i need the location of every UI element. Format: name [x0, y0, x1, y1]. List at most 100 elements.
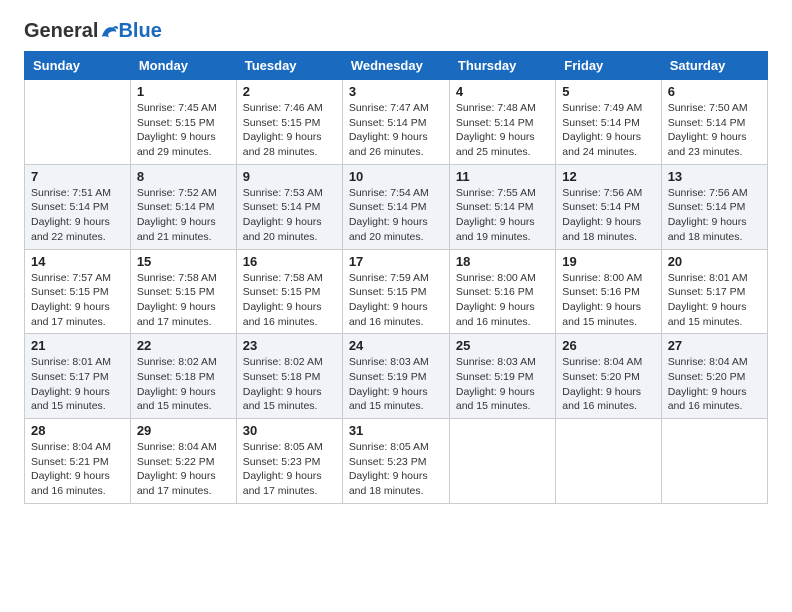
day-cell: 26 Sunrise: 8:04 AMSunset: 5:20 PMDayligh…	[556, 334, 661, 419]
day-cell: 8 Sunrise: 7:52 AMSunset: 5:14 PMDaylight…	[130, 164, 236, 249]
day-info: Sunrise: 7:58 AMSunset: 5:15 PMDaylight:…	[137, 271, 230, 330]
day-number: 15	[137, 254, 230, 269]
day-number: 17	[349, 254, 443, 269]
week-row-3: 14 Sunrise: 7:57 AMSunset: 5:15 PMDayligh…	[25, 249, 768, 334]
week-row-2: 7 Sunrise: 7:51 AMSunset: 5:14 PMDaylight…	[25, 164, 768, 249]
day-info: Sunrise: 8:04 AMSunset: 5:20 PMDaylight:…	[562, 355, 654, 414]
day-number: 6	[668, 84, 761, 99]
day-number: 10	[349, 169, 443, 184]
day-info: Sunrise: 8:04 AMSunset: 5:22 PMDaylight:…	[137, 440, 230, 499]
day-number: 24	[349, 338, 443, 353]
day-number: 13	[668, 169, 761, 184]
calendar-table: SundayMondayTuesdayWednesdayThursdayFrid…	[24, 51, 768, 504]
page-header: General Blue	[24, 20, 768, 43]
day-cell: 18 Sunrise: 8:00 AMSunset: 5:16 PMDayligh…	[449, 249, 555, 334]
day-info: Sunrise: 8:05 AMSunset: 5:23 PMDaylight:…	[349, 440, 443, 499]
day-cell: 13Sunrise: 7:56 AMSunset: 5:14 PMDayligh…	[661, 164, 767, 249]
day-cell: 22Sunrise: 8:02 AMSunset: 5:18 PMDayligh…	[130, 334, 236, 419]
day-number: 12	[562, 169, 654, 184]
day-info: Sunrise: 7:46 AMSunset: 5:15 PMDaylight:…	[243, 101, 336, 160]
day-info: Sunrise: 8:03 AMSunset: 5:19 PMDaylight:…	[349, 355, 443, 414]
day-info: Sunrise: 7:55 AMSunset: 5:14 PMDaylight:…	[456, 186, 549, 245]
day-number: 31	[349, 423, 443, 438]
day-info: Sunrise: 7:56 AMSunset: 5:14 PMDaylight:…	[562, 186, 654, 245]
day-number: 9	[243, 169, 336, 184]
day-info: Sunrise: 8:01 AMSunset: 5:17 PMDaylight:…	[668, 271, 761, 330]
day-number: 25	[456, 338, 549, 353]
day-info: Sunrise: 8:04 AMSunset: 5:20 PMDaylight:…	[668, 355, 761, 414]
day-info: Sunrise: 8:01 AMSunset: 5:17 PMDaylight:…	[31, 355, 124, 414]
day-number: 11	[456, 169, 549, 184]
day-cell: 11 Sunrise: 7:55 AMSunset: 5:14 PMDayligh…	[449, 164, 555, 249]
day-cell	[25, 80, 131, 165]
day-cell: 16Sunrise: 7:58 AMSunset: 5:15 PMDayligh…	[236, 249, 342, 334]
day-cell: 10 Sunrise: 7:54 AMSunset: 5:14 PMDayligh…	[342, 164, 449, 249]
day-cell: 20 Sunrise: 8:01 AMSunset: 5:17 PMDayligh…	[661, 249, 767, 334]
day-cell: 12 Sunrise: 7:56 AMSunset: 5:14 PMDayligh…	[556, 164, 661, 249]
day-cell: 2 Sunrise: 7:46 AMSunset: 5:15 PMDaylight…	[236, 80, 342, 165]
day-cell	[449, 419, 555, 504]
day-cell: 7 Sunrise: 7:51 AMSunset: 5:14 PMDaylight…	[25, 164, 131, 249]
day-number: 23	[243, 338, 336, 353]
day-info: Sunrise: 7:48 AMSunset: 5:14 PMDaylight:…	[456, 101, 549, 160]
logo: General Blue	[24, 20, 162, 43]
day-cell: 4Sunrise: 7:48 AMSunset: 5:14 PMDaylight…	[449, 80, 555, 165]
day-info: Sunrise: 8:02 AMSunset: 5:18 PMDaylight:…	[243, 355, 336, 414]
day-number: 1	[137, 84, 230, 99]
day-number: 5	[562, 84, 654, 99]
day-cell: 1 Sunrise: 7:45 AMSunset: 5:15 PMDaylight…	[130, 80, 236, 165]
logo-general: General	[24, 20, 98, 43]
day-number: 20	[668, 254, 761, 269]
day-cell: 29Sunrise: 8:04 AMSunset: 5:22 PMDayligh…	[130, 419, 236, 504]
day-info: Sunrise: 7:51 AMSunset: 5:14 PMDaylight:…	[31, 186, 124, 245]
weekday-header-tuesday: Tuesday	[236, 52, 342, 80]
day-number: 21	[31, 338, 124, 353]
day-info: Sunrise: 8:00 AMSunset: 5:16 PMDaylight:…	[456, 271, 549, 330]
day-number: 2	[243, 84, 336, 99]
week-row-1: 1 Sunrise: 7:45 AMSunset: 5:15 PMDaylight…	[25, 80, 768, 165]
day-number: 14	[31, 254, 124, 269]
day-cell: 5 Sunrise: 7:49 AMSunset: 5:14 PMDaylight…	[556, 80, 661, 165]
day-cell: 27 Sunrise: 8:04 AMSunset: 5:20 PMDayligh…	[661, 334, 767, 419]
day-cell	[556, 419, 661, 504]
day-number: 7	[31, 169, 124, 184]
day-cell: 6Sunrise: 7:50 AMSunset: 5:14 PMDaylight…	[661, 80, 767, 165]
day-number: 28	[31, 423, 124, 438]
weekday-header-wednesday: Wednesday	[342, 52, 449, 80]
day-info: Sunrise: 7:57 AMSunset: 5:15 PMDaylight:…	[31, 271, 124, 330]
day-cell: 25Sunrise: 8:03 AMSunset: 5:19 PMDayligh…	[449, 334, 555, 419]
day-info: Sunrise: 7:54 AMSunset: 5:14 PMDaylight:…	[349, 186, 443, 245]
day-cell: 28 Sunrise: 8:04 AMSunset: 5:21 PMDayligh…	[25, 419, 131, 504]
day-cell: 21 Sunrise: 8:01 AMSunset: 5:17 PMDayligh…	[25, 334, 131, 419]
day-cell: 15 Sunrise: 7:58 AMSunset: 5:15 PMDayligh…	[130, 249, 236, 334]
day-info: Sunrise: 7:45 AMSunset: 5:15 PMDaylight:…	[137, 101, 230, 160]
logo-bird-icon	[100, 23, 118, 41]
weekday-header-friday: Friday	[556, 52, 661, 80]
day-cell: 9 Sunrise: 7:53 AMSunset: 5:14 PMDaylight…	[236, 164, 342, 249]
day-number: 18	[456, 254, 549, 269]
weekday-header-monday: Monday	[130, 52, 236, 80]
day-number: 8	[137, 169, 230, 184]
day-info: Sunrise: 8:04 AMSunset: 5:21 PMDaylight:…	[31, 440, 124, 499]
day-number: 22	[137, 338, 230, 353]
day-info: Sunrise: 7:59 AMSunset: 5:15 PMDaylight:…	[349, 271, 443, 330]
weekday-header-saturday: Saturday	[661, 52, 767, 80]
day-number: 26	[562, 338, 654, 353]
day-info: Sunrise: 7:52 AMSunset: 5:14 PMDaylight:…	[137, 186, 230, 245]
day-info: Sunrise: 7:53 AMSunset: 5:14 PMDaylight:…	[243, 186, 336, 245]
day-number: 30	[243, 423, 336, 438]
day-cell: 14 Sunrise: 7:57 AMSunset: 5:15 PMDayligh…	[25, 249, 131, 334]
logo-blue: Blue	[118, 20, 161, 43]
day-number: 27	[668, 338, 761, 353]
weekday-header-sunday: Sunday	[25, 52, 131, 80]
week-row-4: 21 Sunrise: 8:01 AMSunset: 5:17 PMDayligh…	[25, 334, 768, 419]
weekday-header-thursday: Thursday	[449, 52, 555, 80]
day-number: 3	[349, 84, 443, 99]
day-info: Sunrise: 7:49 AMSunset: 5:14 PMDaylight:…	[562, 101, 654, 160]
day-number: 19	[562, 254, 654, 269]
day-cell: 24 Sunrise: 8:03 AMSunset: 5:19 PMDayligh…	[342, 334, 449, 419]
day-info: Sunrise: 8:00 AMSunset: 5:16 PMDaylight:…	[562, 271, 654, 330]
day-number: 16	[243, 254, 336, 269]
day-cell	[661, 419, 767, 504]
day-info: Sunrise: 8:05 AMSunset: 5:23 PMDaylight:…	[243, 440, 336, 499]
